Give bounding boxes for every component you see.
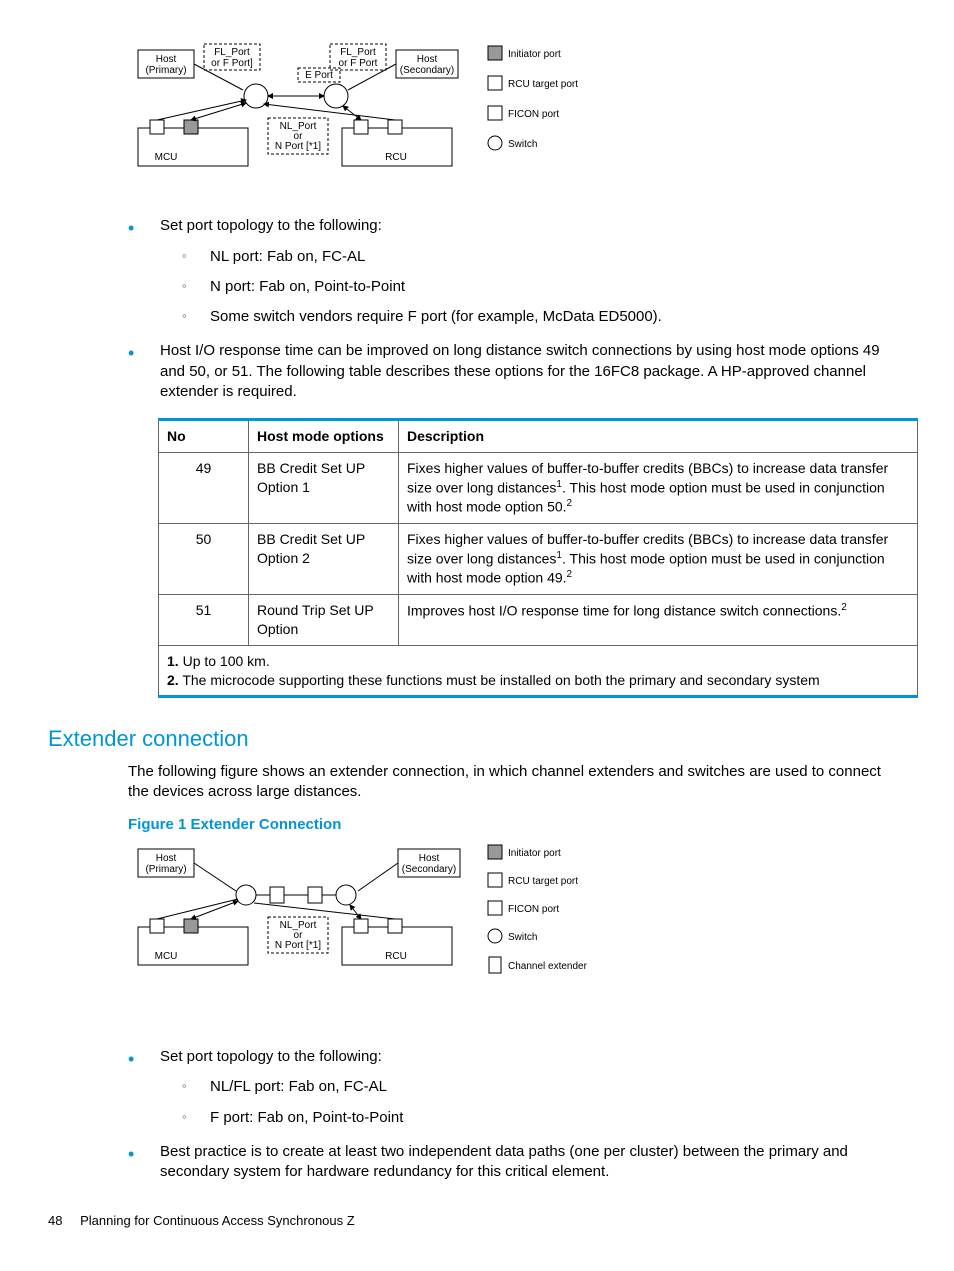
svg-text:MCU: MCU — [155, 152, 178, 163]
svg-text:(Primary): (Primary) — [145, 65, 186, 76]
svg-text:Host: Host — [417, 54, 438, 65]
sub-bullet: F port: Fab on, Point-to-Point — [182, 1108, 886, 1128]
svg-text:Initiator port: Initiator port — [508, 49, 561, 60]
svg-text:RCU: RCU — [385, 152, 407, 163]
col-desc: Description — [399, 420, 918, 453]
bullet-list-1: Set port topology to the following: NL p… — [128, 216, 886, 402]
svg-text:or F Port: or F Port — [339, 58, 378, 69]
svg-text:RCU target port: RCU target port — [508, 79, 578, 90]
svg-text:RCU target port: RCU target port — [508, 876, 578, 887]
svg-text:N Port [*1]: N Port [*1] — [275, 141, 321, 152]
table-row: 50 BB Credit Set UP Option 2 Fixes highe… — [159, 523, 918, 594]
svg-text:Host: Host — [156, 54, 177, 65]
svg-text:MCU: MCU — [155, 951, 178, 962]
col-no: No — [159, 420, 249, 453]
svg-text:RCU: RCU — [385, 951, 407, 962]
section-heading-extender: Extender connection — [48, 724, 906, 754]
host-mode-options-table: No Host mode options Description 49 BB C… — [158, 418, 918, 698]
svg-text:Host: Host — [156, 853, 177, 864]
svg-text:(Secondary): (Secondary) — [400, 65, 454, 76]
table-row: 49 BB Credit Set UP Option 1 Fixes highe… — [159, 452, 918, 523]
bullet-item: Set port topology to the following: NL p… — [128, 216, 886, 327]
page-footer: 48 Planning for Continuous Access Synchr… — [48, 1212, 906, 1230]
svg-text:FL_Port: FL_Port — [340, 47, 376, 58]
figure-caption: Figure 1 Extender Connection — [128, 815, 906, 835]
bullet-list-2: Set port topology to the following: NL/F… — [128, 1047, 886, 1182]
bullet-item: Set port topology to the following: NL/F… — [128, 1047, 886, 1128]
bullet-item: Best practice is to create at least two … — [128, 1142, 886, 1183]
extender-connection-diagram: Host (Primary) Host (Secondary) MCU NL_P… — [128, 841, 906, 1027]
table-row: 51 Round Trip Set UP Option Improves hos… — [159, 594, 918, 645]
svg-text:Channel extender: Channel extender — [508, 961, 588, 972]
sub-bullet: N port: Fab on, Point-to-Point — [182, 277, 886, 297]
col-opts: Host mode options — [249, 420, 399, 453]
section-paragraph: The following figure shows an extender c… — [128, 762, 886, 803]
switch-connection-diagram: Host (Primary) FL_Port or F Port] E Port… — [128, 40, 906, 196]
svg-text:Host: Host — [419, 853, 440, 864]
bullet-text: Set port topology to the following: — [160, 1048, 382, 1065]
sub-bullet: NL/FL port: Fab on, FC-AL — [182, 1077, 886, 1097]
svg-text:Initiator port: Initiator port — [508, 848, 561, 859]
svg-text:Switch: Switch — [508, 932, 537, 943]
svg-text:E Port: E Port — [305, 70, 333, 81]
svg-text:FICON port: FICON port — [508, 109, 559, 120]
bullet-text: Set port topology to the following: — [160, 217, 382, 234]
chapter-title: Planning for Continuous Access Synchrono… — [80, 1213, 355, 1228]
page-number: 48 — [48, 1213, 62, 1228]
table-footnotes: 1. Up to 100 km. 2. The microcode suppor… — [159, 645, 918, 697]
svg-text:or F Port]: or F Port] — [211, 58, 253, 69]
svg-text:(Secondary): (Secondary) — [402, 864, 456, 875]
svg-text:(Primary): (Primary) — [145, 864, 186, 875]
sub-bullet: Some switch vendors require F port (for … — [182, 307, 886, 327]
svg-text:FICON port: FICON port — [508, 904, 559, 915]
svg-text:FL_Port: FL_Port — [214, 47, 250, 58]
bullet-item: Host I/O response time can be improved o… — [128, 341, 886, 402]
sub-bullet: NL port: Fab on, FC-AL — [182, 247, 886, 267]
svg-text:N Port [*1]: N Port [*1] — [275, 940, 321, 951]
svg-text:Switch: Switch — [508, 139, 537, 150]
